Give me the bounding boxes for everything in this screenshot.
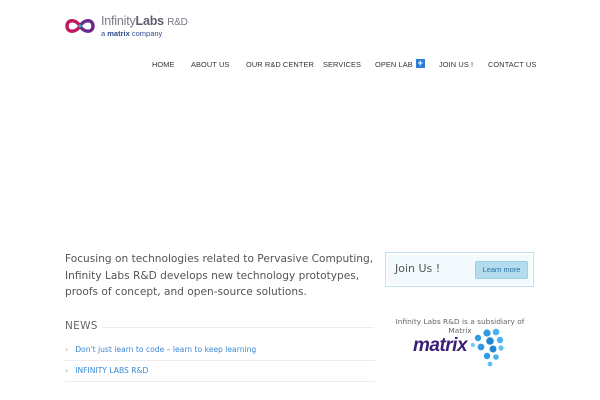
join-us-box: Join Us ! Learn more	[385, 252, 534, 287]
news-item-label: Don't just learn to code – learn to keep…	[75, 345, 257, 354]
logo-name: InfinityLabs R&D	[101, 15, 188, 28]
chevron-right-icon: ›	[65, 366, 69, 375]
nav-contact-us[interactable]: CONTACT US	[488, 60, 536, 69]
main-nav: HOME ABOUT US OUR R&D CENTER SERVICES OP…	[0, 58, 600, 74]
nav-services[interactable]: SERVICES	[323, 60, 361, 69]
nav-open-lab[interactable]: OPEN LAB +	[375, 58, 425, 70]
infinity-logo-icon	[65, 19, 95, 34]
logo-name-bold: Labs	[135, 14, 165, 28]
news-separator	[65, 381, 375, 382]
nav-rd-center[interactable]: OUR R&D CENTER	[246, 60, 314, 69]
matrix-logo-text: matrix	[413, 335, 468, 356]
logo-tagline-prefix: a	[101, 29, 106, 38]
news-item[interactable]: › Don't just learn to code – learn to kee…	[65, 345, 256, 354]
matrix-logo[interactable]: matrix	[413, 326, 508, 368]
logo-name-suffix: R&D	[167, 17, 188, 28]
logo-name-light: Infinity	[101, 14, 136, 28]
matrix-dots-icon	[470, 328, 504, 367]
intro-text: Focusing on technologies related to Perv…	[65, 253, 374, 298]
plus-icon[interactable]: +	[415, 58, 425, 68]
news-item-label: INFINITY LABS R&D	[75, 366, 149, 375]
learn-more-button[interactable]: Learn more	[475, 261, 528, 279]
news-separator	[65, 360, 375, 361]
site-logo[interactable]: InfinityLabs R&D a matrix company	[63, 15, 188, 38]
nav-join-us[interactable]: JOIN US !	[439, 60, 473, 69]
news-title: NEWS	[65, 320, 98, 332]
nav-home[interactable]: HOME	[152, 60, 175, 69]
news-divider	[102, 327, 374, 328]
news-item[interactable]: › INFINITY LABS R&D	[65, 366, 148, 375]
logo-tagline-suffix: company	[131, 29, 163, 38]
nav-about-us[interactable]: ABOUT US	[191, 60, 229, 69]
nav-open-lab-label: OPEN LAB	[375, 60, 413, 69]
join-us-label: Join Us !	[395, 262, 441, 275]
logo-tagline-bold: matrix	[107, 29, 130, 38]
logo-tagline: a matrix company	[101, 30, 188, 38]
chevron-right-icon: ›	[65, 345, 69, 354]
logo-text: InfinityLabs R&D a matrix company	[101, 15, 188, 38]
